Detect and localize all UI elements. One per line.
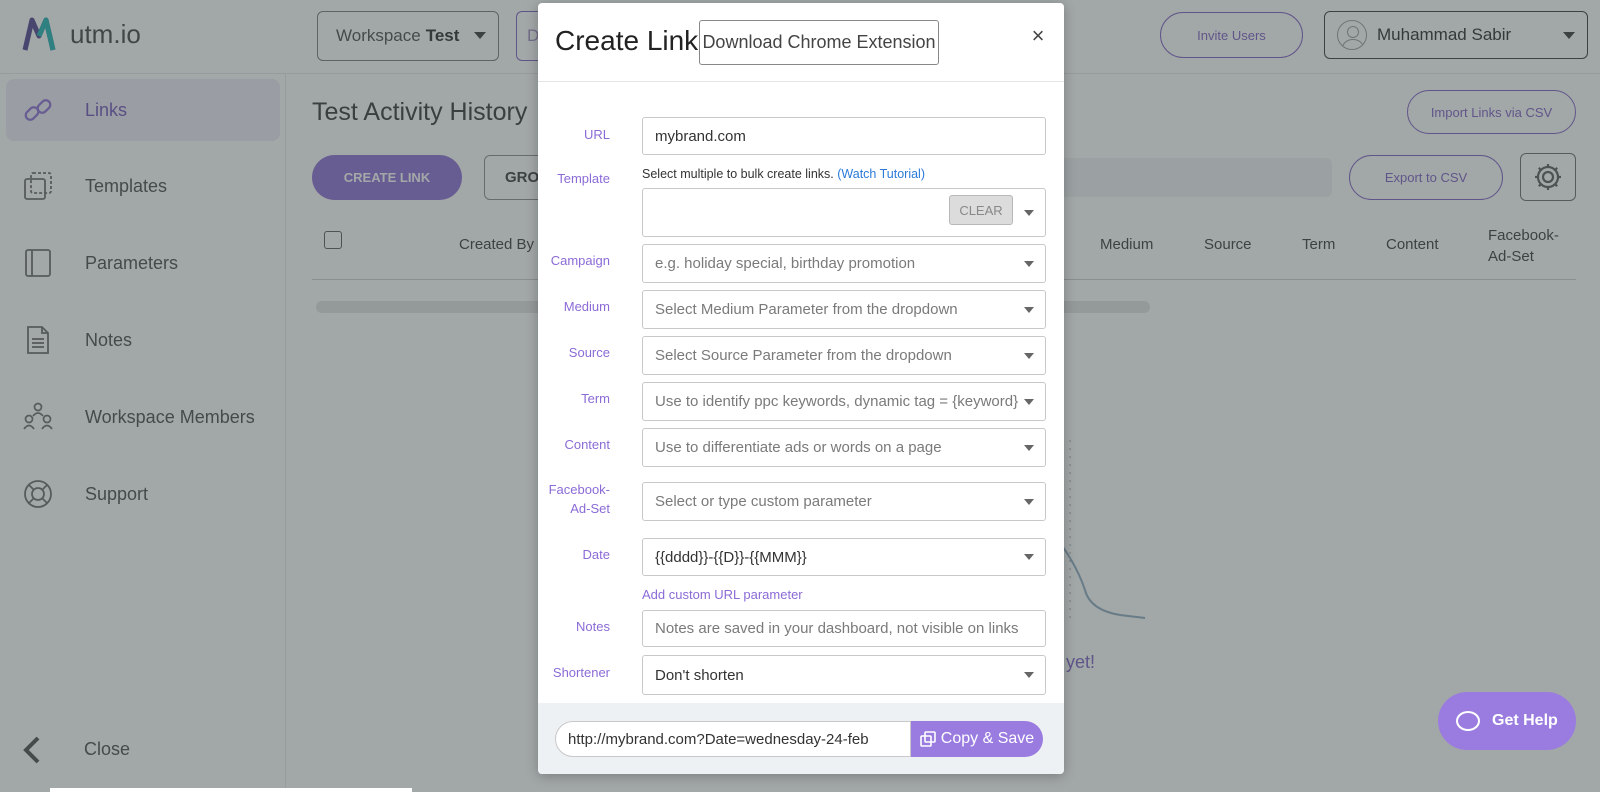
shortener-label: Shortener — [552, 665, 610, 680]
chevron-down-icon[interactable] — [1024, 554, 1034, 560]
content-label: Content — [564, 437, 610, 452]
copy-save-label: Copy & Save — [940, 730, 1035, 747]
notes-input[interactable]: Notes are saved in your dashboard, not v… — [642, 610, 1046, 647]
chevron-down-icon[interactable] — [1024, 498, 1034, 505]
term-placeholder: Use to identify ppc keywords, dynamic ta… — [655, 393, 1019, 410]
generated-url-field[interactable]: http://mybrand.com?Date=wednesday-24-feb — [555, 721, 911, 757]
create-link-modal: Create Link Download Chrome Extension × … — [538, 3, 1064, 774]
chevron-down-icon[interactable] — [1024, 352, 1034, 359]
medium-select[interactable]: Select Medium Parameter from the dropdow… — [642, 290, 1046, 329]
copy-icon — [919, 731, 936, 747]
term-select[interactable]: Use to identify ppc keywords, dynamic ta… — [642, 382, 1046, 421]
medium-placeholder: Select Medium Parameter from the dropdow… — [655, 301, 958, 318]
facebook-label-line2: Ad-Set — [570, 501, 610, 516]
modal-header: Create Link Download Chrome Extension × — [538, 3, 1064, 82]
facebook-placeholder: Select or type custom parameter — [655, 493, 872, 510]
modal-title: Create Link — [555, 25, 699, 56]
add-custom-parameter-link[interactable]: Add custom URL parameter — [642, 587, 803, 602]
date-select[interactable]: {{dddd}}-{{D}}-{{MMM}} — [642, 538, 1046, 576]
medium-label: Medium — [563, 299, 610, 314]
campaign-select[interactable]: e.g. holiday special, birthday promotion — [642, 244, 1046, 283]
watch-tutorial-link[interactable]: (Watch Tutorial) — [837, 167, 925, 181]
source-select[interactable]: Select Source Parameter from the dropdow… — [642, 336, 1046, 375]
source-label: Source — [568, 345, 610, 360]
content-select[interactable]: Use to differentiate ads or words on a p… — [642, 428, 1046, 467]
content-placeholder: Use to differentiate ads or words on a p… — [655, 439, 942, 456]
notes-placeholder: Notes are saved in your dashboard, not v… — [655, 620, 1019, 637]
shortener-select[interactable]: Don't shorten — [642, 655, 1046, 695]
chevron-down-icon[interactable] — [1024, 260, 1034, 267]
modal-footer: http://mybrand.com?Date=wednesday-24-feb… — [538, 703, 1064, 774]
term-label: Term — [581, 391, 610, 406]
facebook-ad-set-select[interactable]: Select or type custom parameter — [642, 482, 1046, 521]
template-hint-text: Select multiple to bulk create links. — [642, 167, 834, 181]
chevron-down-icon[interactable] — [1024, 209, 1034, 216]
chevron-down-icon[interactable] — [1024, 444, 1034, 451]
facebook-ad-set-label: Facebook- Ad-Set — [538, 480, 610, 518]
notes-label: Notes — [576, 619, 610, 634]
chevron-down-icon[interactable] — [1024, 398, 1034, 405]
get-help-button[interactable]: Get Help — [1438, 692, 1576, 750]
shortener-value: Don't shorten — [655, 666, 744, 684]
campaign-placeholder: e.g. holiday special, birthday promotion — [655, 255, 916, 272]
download-chrome-extension-button[interactable]: Download Chrome Extension — [699, 20, 939, 65]
template-hint: Select multiple to bulk create links. (W… — [642, 167, 925, 181]
url-value: mybrand.com — [655, 127, 746, 145]
url-input[interactable]: mybrand.com — [642, 117, 1046, 155]
campaign-label: Campaign — [550, 253, 610, 268]
url-label: URL — [583, 127, 610, 142]
bottom-strip — [50, 788, 412, 792]
source-placeholder: Select Source Parameter from the dropdow… — [655, 347, 952, 364]
get-help-label: Get Help — [1492, 712, 1558, 729]
clear-button[interactable]: CLEAR — [949, 195, 1013, 225]
close-icon[interactable]: × — [1028, 23, 1048, 49]
facebook-label-line1: Facebook- — [548, 482, 610, 497]
chevron-down-icon[interactable] — [1024, 306, 1034, 313]
template-select[interactable]: CLEAR — [642, 188, 1046, 237]
generated-url: http://mybrand.com?Date=wednesday-24-feb — [568, 730, 869, 748]
template-label: Template — [557, 171, 610, 186]
date-value: {{dddd}}-{{D}}-{{MMM}} — [655, 548, 807, 566]
copy-save-button[interactable]: Copy & Save — [911, 721, 1043, 757]
date-label: Date — [582, 547, 610, 562]
chat-bubble-icon — [1456, 711, 1480, 731]
chevron-down-icon[interactable] — [1024, 672, 1034, 678]
